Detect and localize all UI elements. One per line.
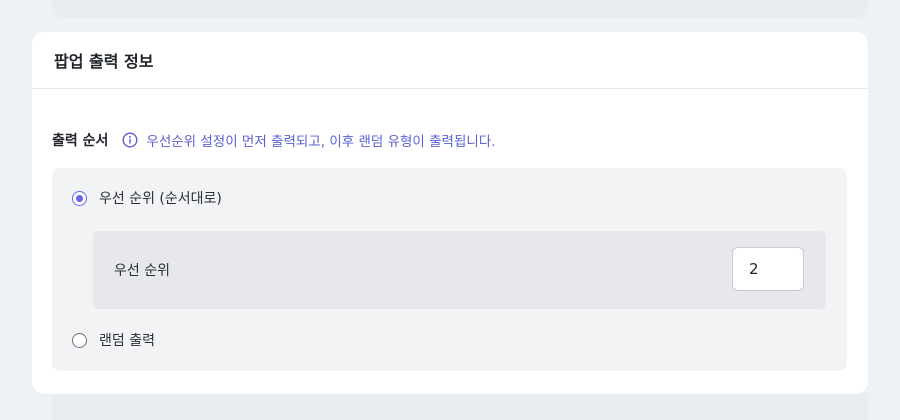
next-card-edge — [52, 394, 868, 420]
section-title: 팝업 출력 정보 — [54, 52, 154, 71]
random-output-radio[interactable] — [72, 332, 87, 348]
popup-output-card: 팝업 출력 정보 출력 순서 우선순위 설정이 먼저 출력되고, 이후 랜덤 유… — [32, 32, 868, 394]
output-order-options: 우선 순위 (순서대로) 우선 순위 랜덤 출력 — [52, 168, 847, 371]
output-order-row: 출력 순서 우선순위 설정이 먼저 출력되고, 이후 랜덤 유형이 출력됩니다. — [52, 128, 496, 152]
priority-order-label: 우선 순위 (순서대로) — [99, 191, 222, 207]
priority-order-radio[interactable] — [72, 190, 87, 206]
card-header: 팝업 출력 정보 — [32, 32, 868, 89]
random-output-label: 랜덤 출력 — [99, 333, 155, 349]
output-order-label: 출력 순서 — [52, 133, 109, 149]
random-output-option[interactable]: 랜덤 출력 — [72, 330, 155, 350]
priority-setting-label: 우선 순위 — [114, 263, 170, 279]
priority-input[interactable] — [732, 247, 804, 291]
priority-order-option[interactable]: 우선 순위 (순서대로) — [72, 188, 222, 208]
info-icon — [122, 132, 138, 148]
info-text: 우선순위 설정이 먼저 출력되고, 이후 랜덤 유형이 출력됩니다. — [146, 134, 496, 150]
previous-card-edge — [52, 0, 868, 18]
priority-setting-panel: 우선 순위 — [93, 231, 826, 309]
